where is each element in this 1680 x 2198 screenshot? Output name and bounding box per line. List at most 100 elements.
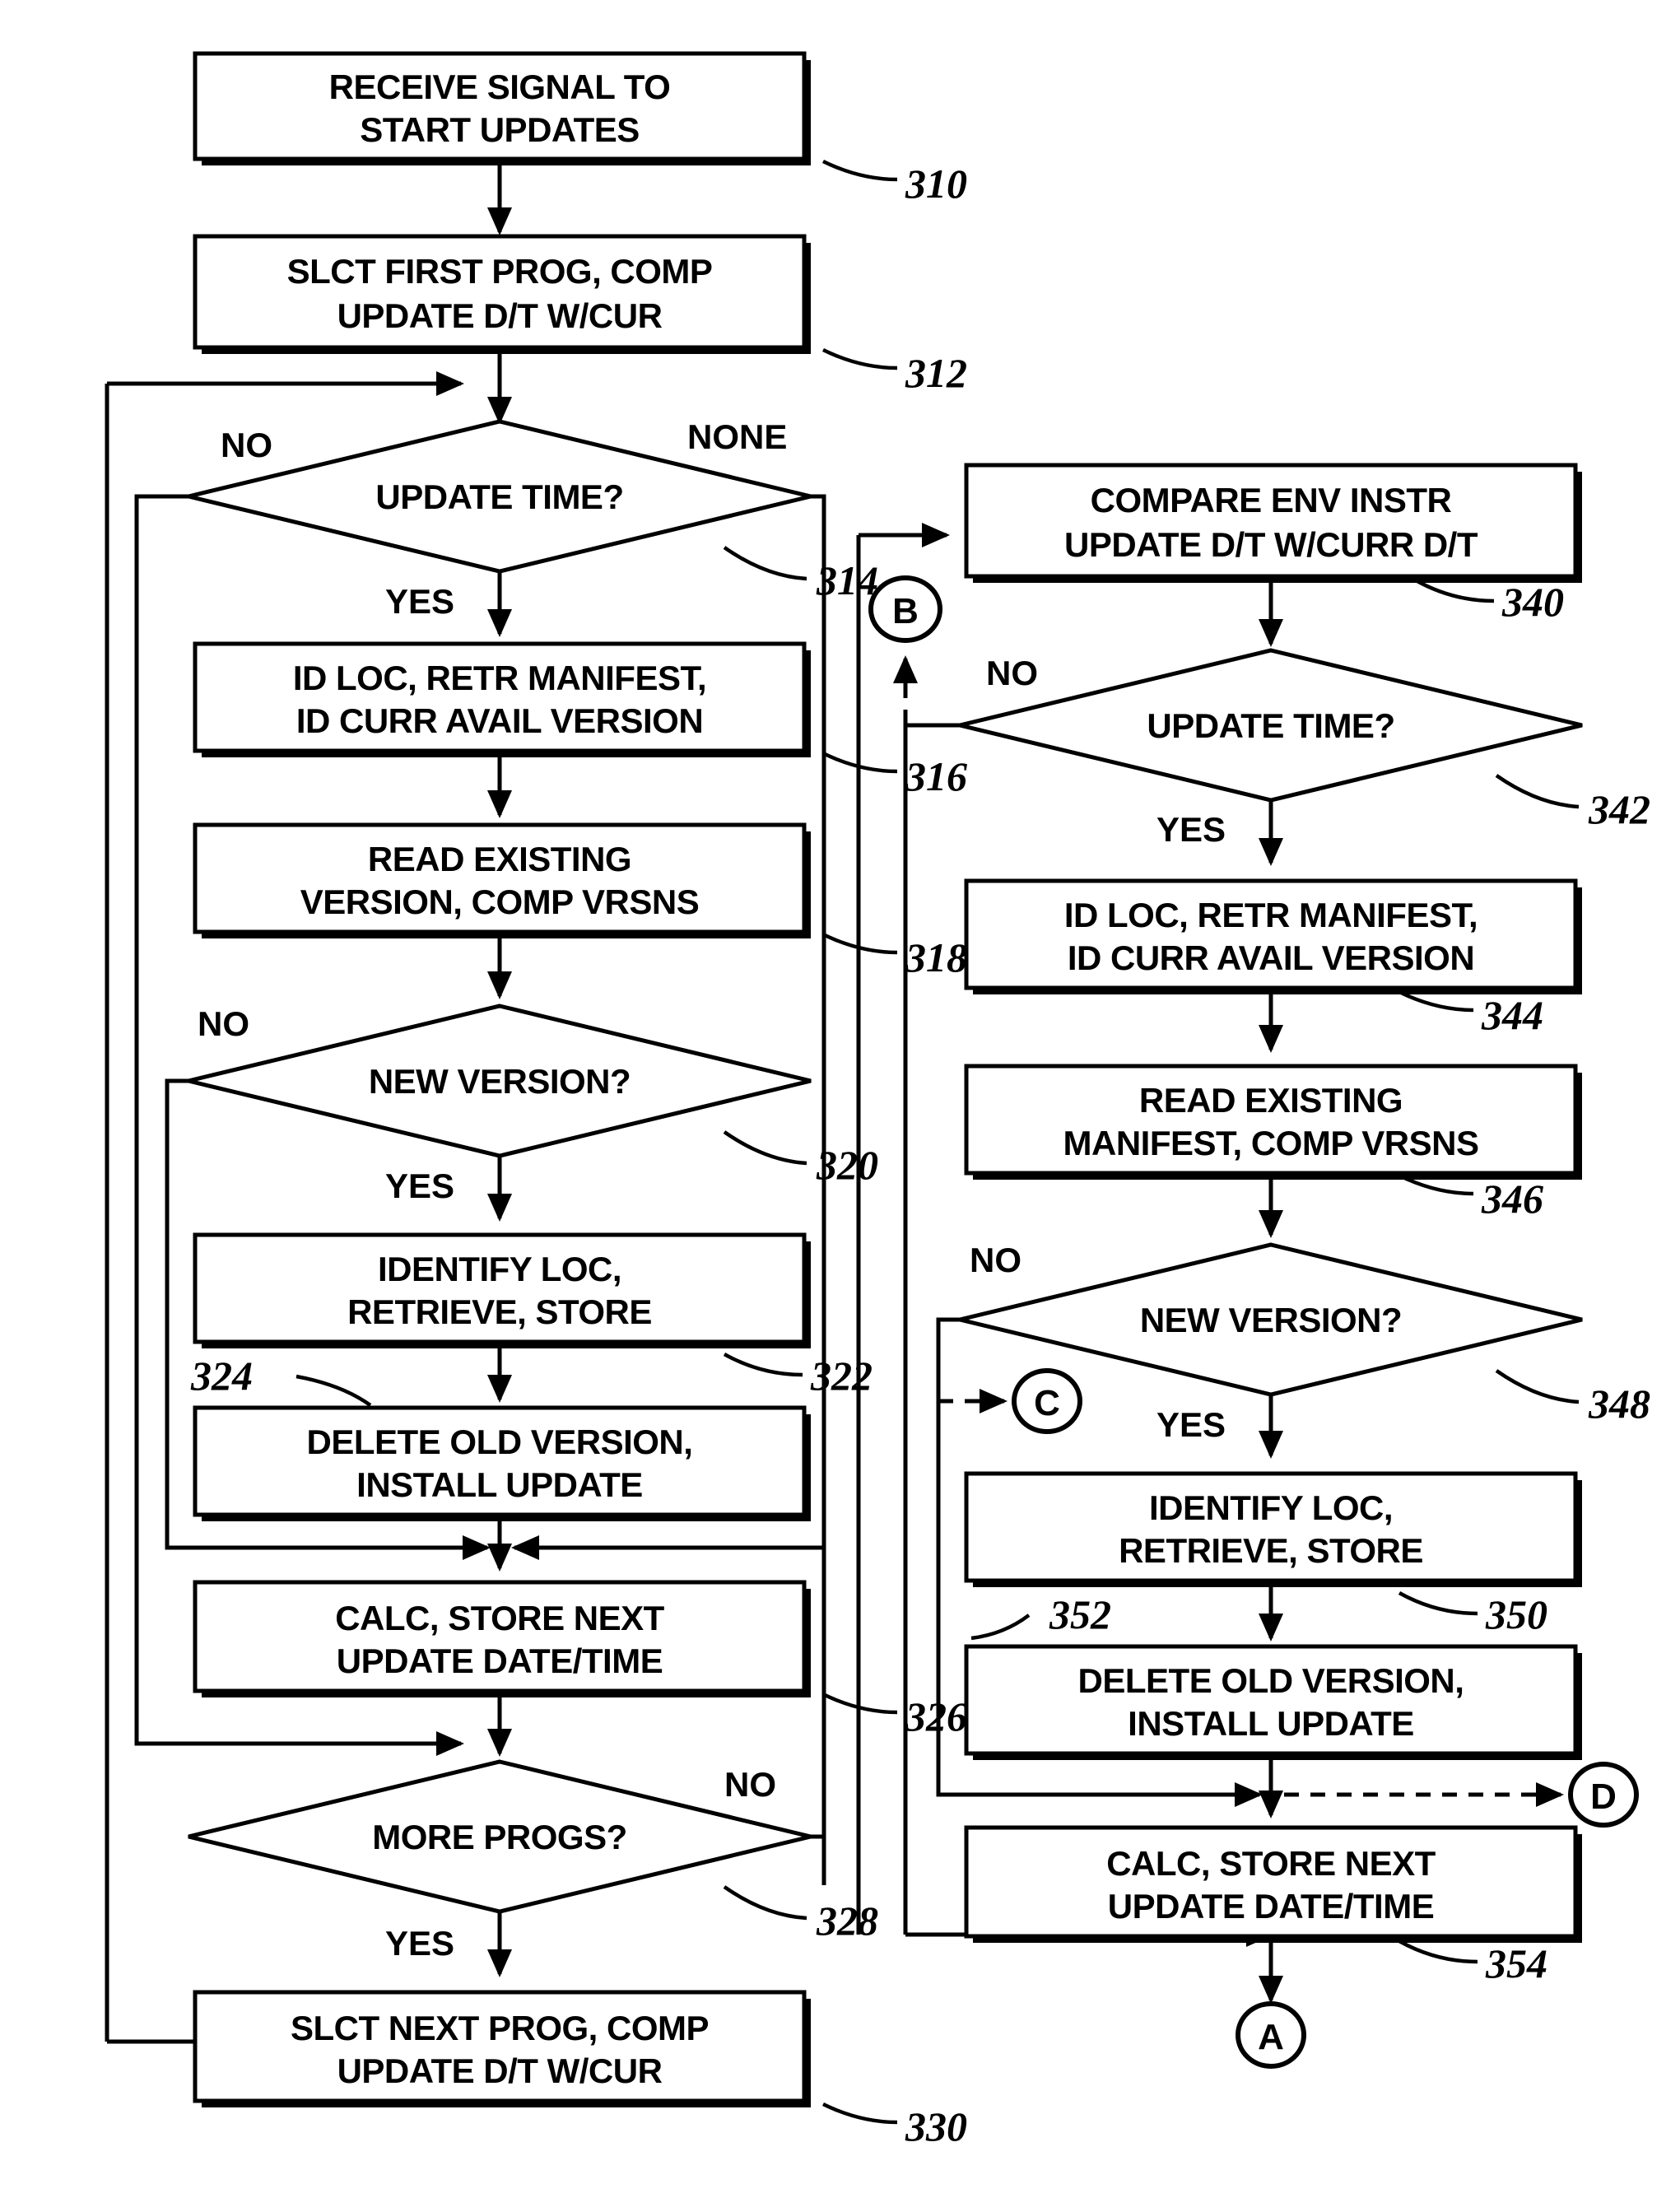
ref-leader-342 <box>1495 774 1580 809</box>
node-326-line2: UPDATE DATE/TIME <box>337 1642 663 1680</box>
node-344: ID LOC, RETR MANIFEST, ID CURR AVAIL VER… <box>964 878 1582 994</box>
ref-leader-328 <box>723 1885 807 1921</box>
label-320-no: NO <box>198 1004 249 1043</box>
ref-leader-352 <box>970 1614 1031 1641</box>
node-316-line1: ID LOC, RETR MANIFEST, <box>293 659 706 697</box>
node-312: SLCT FIRST PROG, COMP UPDATE D/T W/CUR <box>193 234 811 354</box>
ref-340: 340 <box>1501 579 1564 625</box>
label-348-no: NO <box>970 1241 1021 1279</box>
connector-D: D <box>1568 1762 1639 1828</box>
ref-leader-330 <box>822 2102 898 2125</box>
node-346: READ EXISTING MANIFEST, COMP VRSNS <box>964 1064 1582 1180</box>
ref-350: 350 <box>1485 1591 1547 1637</box>
ref-leader-320 <box>723 1130 807 1166</box>
node-324: DELETE OLD VERSION, INSTALL UPDATE <box>193 1405 811 1521</box>
ref-354: 354 <box>1485 1940 1547 1986</box>
ref-344: 344 <box>1481 992 1543 1038</box>
connector-B: B <box>868 575 942 643</box>
node-324-line1: DELETE OLD VERSION, <box>307 1423 693 1461</box>
ref-310: 310 <box>905 161 967 207</box>
edge-314-none-vert <box>811 494 826 1885</box>
node-346-line1: READ EXISTING <box>1139 1081 1403 1120</box>
node-320: NEW VERSION? <box>188 1004 812 1158</box>
node-344-line2: ID CURR AVAIL VERSION <box>1068 938 1474 977</box>
connector-C: C <box>1012 1368 1082 1434</box>
ref-324: 324 <box>190 1353 253 1399</box>
ref-leader-310 <box>822 159 898 182</box>
node-340-line2: UPDATE D/T W/CURR D/T <box>1064 525 1478 564</box>
node-350-line1: IDENTIFY LOC, <box>1149 1488 1393 1527</box>
node-354: CALC, STORE NEXT UPDATE DATE/TIME <box>964 1825 1582 1943</box>
connector-A: A <box>1236 2001 1306 2069</box>
node-324-line2: INSTALL UPDATE <box>356 1465 643 1504</box>
node-322: IDENTIFY LOC, RETRIEVE, STORE <box>193 1232 811 1348</box>
label-342-yes: YES <box>1156 810 1226 849</box>
node-340-line1: COMPARE ENV INSTR <box>1091 481 1452 519</box>
connector-D-label: D <box>1590 1777 1617 1817</box>
node-330: SLCT NEXT PROG, COMP UPDATE D/T W/CUR <box>193 1990 811 2107</box>
node-350: IDENTIFY LOC, RETRIEVE, STORE <box>964 1471 1582 1587</box>
ref-leader-314 <box>723 546 807 581</box>
ref-322: 322 <box>810 1353 873 1399</box>
ref-346: 346 <box>1481 1176 1543 1222</box>
node-316-line2: ID CURR AVAIL VERSION <box>296 701 703 740</box>
label-328-no: NO <box>724 1765 776 1804</box>
connector-A-label: A <box>1258 2017 1284 2057</box>
node-310-line1: RECEIVE SIGNAL TO <box>329 68 671 106</box>
label-314-none: NONE <box>687 417 787 456</box>
node-318: READ EXISTING VERSION, COMP VRSNS <box>193 822 811 938</box>
node-348-line1: NEW VERSION? <box>1140 1301 1402 1339</box>
label-320-yes: YES <box>385 1167 454 1205</box>
connector-B-label: B <box>892 591 919 631</box>
node-312-line1: SLCT FIRST PROG, COMP <box>287 252 713 291</box>
ref-330: 330 <box>905 2103 967 2149</box>
node-354-line1: CALC, STORE NEXT <box>1106 1844 1436 1883</box>
node-322-line1: IDENTIFY LOC, <box>378 1250 621 1288</box>
node-314-line1: UPDATE TIME? <box>375 477 623 516</box>
node-318-line1: READ EXISTING <box>368 840 631 878</box>
node-342: UPDATE TIME? <box>959 648 1583 803</box>
label-342-no: NO <box>986 654 1038 692</box>
node-310-line2: START UPDATES <box>360 110 640 149</box>
label-314-yes: YES <box>385 582 454 621</box>
node-328-line1: MORE PROGS? <box>372 1818 627 1856</box>
node-326: CALC, STORE NEXT UPDATE DATE/TIME <box>193 1580 811 1697</box>
ref-352: 352 <box>1049 1591 1111 1637</box>
node-310: RECEIVE SIGNAL TO START UPDATES <box>193 51 811 165</box>
flowchart-svg: RECEIVE SIGNAL TO START UPDATES 310 SLCT… <box>105 51 1650 2149</box>
node-312-line2: UPDATE D/T W/CUR <box>337 296 663 335</box>
ref-320: 320 <box>816 1142 878 1188</box>
node-326-line1: CALC, STORE NEXT <box>335 1599 664 1637</box>
node-344-line1: ID LOC, RETR MANIFEST, <box>1064 896 1478 934</box>
node-350-line2: RETRIEVE, STORE <box>1119 1531 1423 1570</box>
ref-342: 342 <box>1588 786 1650 832</box>
ref-316: 316 <box>905 753 967 799</box>
ref-348: 348 <box>1588 1381 1650 1427</box>
node-320-line1: NEW VERSION? <box>369 1062 631 1101</box>
connector-C-label: C <box>1034 1383 1060 1423</box>
node-342-line1: UPDATE TIME? <box>1147 706 1394 745</box>
node-316: ID LOC, RETR MANIFEST, ID CURR AVAIL VER… <box>193 641 811 757</box>
ref-326: 326 <box>905 1693 967 1739</box>
node-352-line2: INSTALL UPDATE <box>1128 1704 1414 1743</box>
node-346-line2: MANIFEST, COMP VRSNS <box>1063 1124 1479 1162</box>
label-314-no: NO <box>221 426 272 464</box>
node-352: DELETE OLD VERSION, INSTALL UPDATE <box>964 1644 1582 1760</box>
ref-318: 318 <box>905 934 967 980</box>
node-340: COMPARE ENV INSTR UPDATE D/T W/CURR D/T <box>964 463 1582 583</box>
node-354-line2: UPDATE DATE/TIME <box>1108 1887 1434 1926</box>
ref-leader-354 <box>1398 1940 1478 1964</box>
ref-leader-348 <box>1495 1369 1580 1404</box>
ref-leader-350 <box>1398 1591 1478 1616</box>
node-352-line1: DELETE OLD VERSION, <box>1078 1661 1464 1700</box>
label-348-yes: YES <box>1156 1405 1226 1444</box>
node-330-line1: SLCT NEXT PROG, COMP <box>291 2009 709 2047</box>
label-328-yes: YES <box>385 1924 454 1963</box>
node-328: MORE PROGS? <box>188 1759 812 1914</box>
ref-leader-312 <box>822 347 898 370</box>
ref-leader-322 <box>723 1353 803 1377</box>
node-330-line2: UPDATE D/T W/CUR <box>337 2051 663 2090</box>
ref-leader-340 <box>1414 579 1495 603</box>
node-318-line2: VERSION, COMP VRSNS <box>300 882 700 921</box>
flowchart-canvas: RECEIVE SIGNAL TO START UPDATES 310 SLCT… <box>0 0 1680 2198</box>
